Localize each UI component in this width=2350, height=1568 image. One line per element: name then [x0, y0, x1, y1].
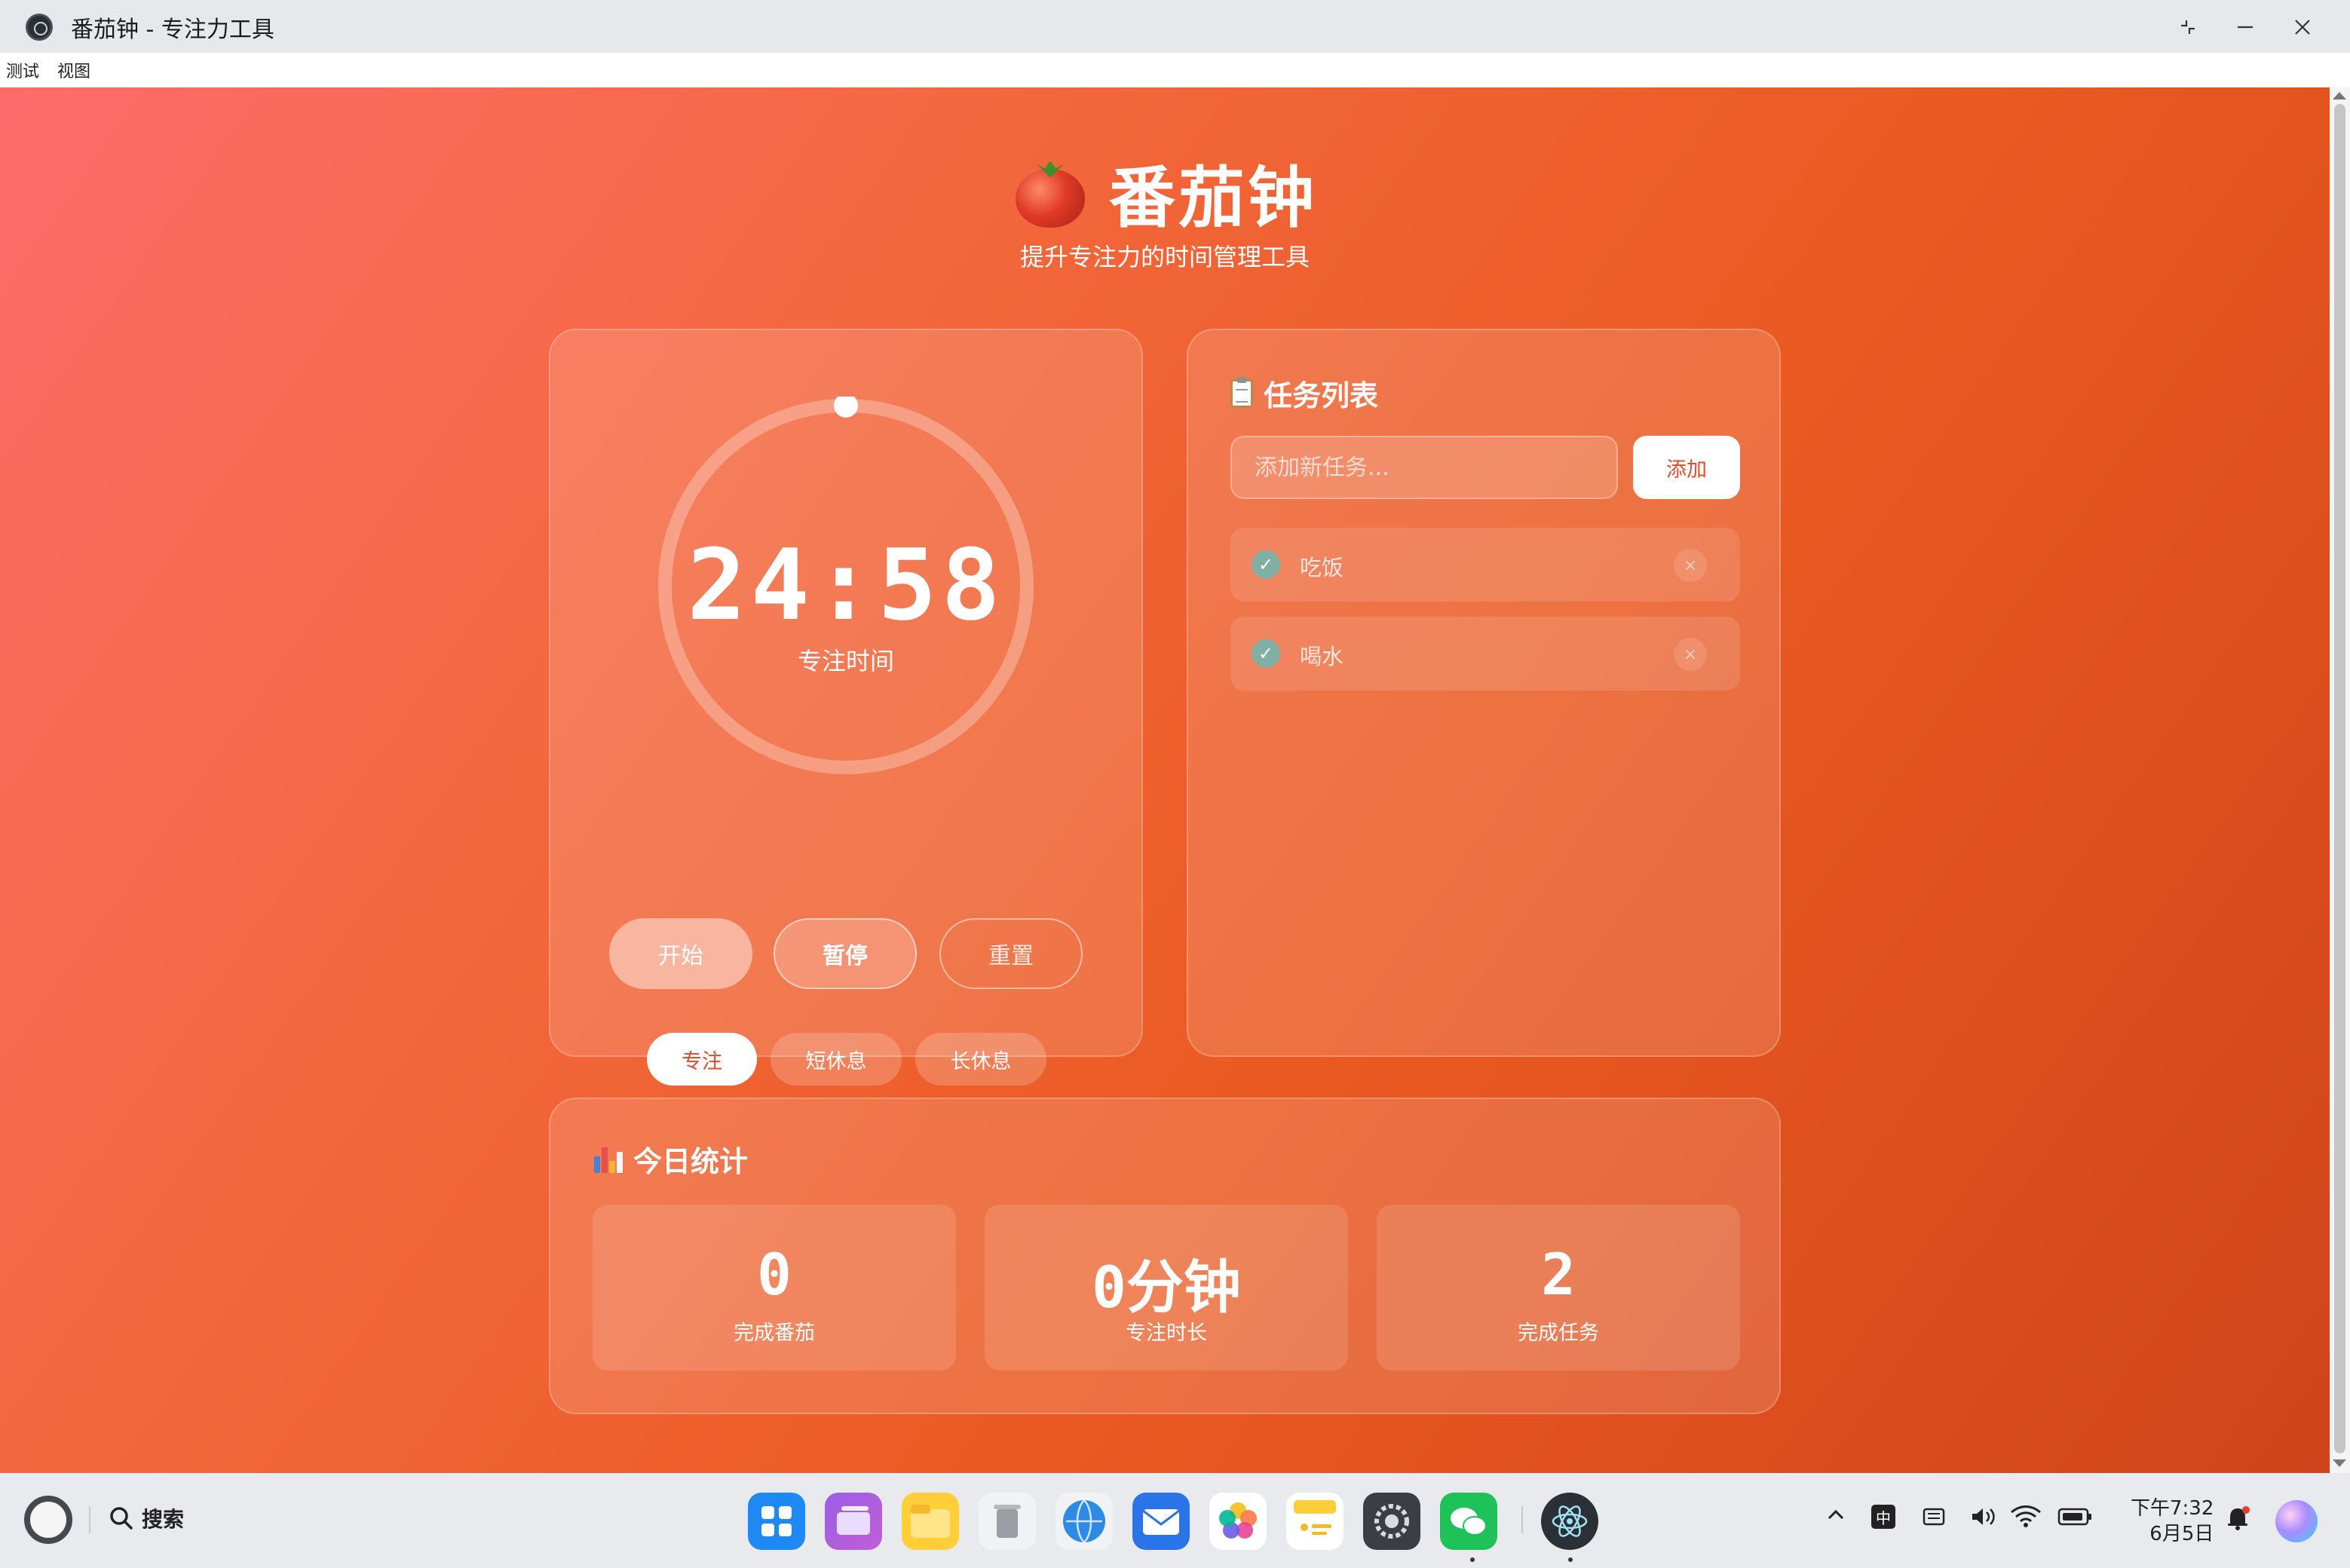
timer-mode-label: 专注时间 — [797, 647, 894, 675]
mode-short-break-button[interactable]: 短休息 — [771, 1033, 902, 1086]
add-task-button[interactable]: 添加 — [1633, 436, 1740, 499]
running-indicator — [1568, 1557, 1573, 1562]
app-content: 番茄钟 提升专注力的时间管理工具 24:58 专注时间 开始 暂停 重置 专注 … — [0, 87, 2330, 1473]
app-icon — [26, 14, 53, 41]
clock-time: 下午7:32 — [2131, 1497, 2214, 1520]
launcher-icon[interactable] — [748, 1493, 805, 1550]
photos-icon[interactable] — [1209, 1493, 1267, 1550]
bar-chart-icon — [593, 1144, 623, 1174]
scroll-up-icon[interactable] — [2333, 92, 2346, 100]
stat-label: 完成番茄 — [734, 1321, 815, 1345]
task-item: ✓ 喝水 × — [1230, 617, 1740, 691]
menu-item-view[interactable]: 视图 — [57, 58, 90, 82]
timer-display: 24:58 — [687, 528, 1005, 642]
mode-long-break-button[interactable]: 长休息 — [915, 1033, 1046, 1086]
electron-app-icon[interactable] — [1541, 1493, 1598, 1550]
task-checkbox[interactable]: ✓ — [1252, 639, 1280, 668]
stats-title: 今日统计 — [633, 1145, 749, 1178]
task-card: 任务列表 添加 ✓ 吃饭 × ✓ 喝水 × — [1187, 329, 1781, 1057]
pause-button[interactable]: 暂停 — [774, 918, 917, 989]
close-icon[interactable] — [2286, 12, 2319, 42]
stat-tasks-done: 2 完成任务 — [1377, 1205, 1740, 1370]
taskbar-search[interactable]: 搜索 — [109, 1503, 184, 1533]
tomato-icon — [1014, 158, 1086, 228]
task-text: 吃饭 — [1300, 555, 1344, 580]
clock-date: 6月5日 — [2149, 1523, 2214, 1545]
new-task-input[interactable] — [1230, 436, 1618, 499]
wechat-icon[interactable] — [1440, 1493, 1497, 1550]
scroll-down-icon[interactable] — [2333, 1459, 2346, 1467]
stat-focus-duration: 0分钟 专注时长 — [985, 1205, 1348, 1370]
notification-bell-icon[interactable] — [2223, 1503, 2253, 1539]
app-title: 番茄钟 — [1109, 159, 1318, 237]
wifi-icon[interactable] — [2008, 1503, 2043, 1534]
search-icon — [110, 1507, 133, 1530]
app-header: 番茄钟 — [1014, 145, 1317, 240]
mail-icon[interactable] — [1132, 1493, 1190, 1550]
vertical-scrollbar[interactable] — [2330, 87, 2350, 1473]
task-list-header: 任务列表 — [1230, 372, 1378, 414]
window-title: 番茄钟 - 专注力工具 — [71, 17, 274, 43]
clipboard-icon — [1230, 376, 1253, 408]
stats-header: 今日统计 — [593, 1138, 748, 1180]
menu-bar: 测试 视图 — [0, 53, 2350, 87]
running-indicator — [1470, 1557, 1475, 1562]
trash-icon[interactable] — [979, 1493, 1036, 1550]
stat-label: 专注时长 — [1126, 1321, 1207, 1345]
stats-card: 今日统计 0 完成番茄 0分钟 专注时长 2 完成任务 — [549, 1098, 1781, 1414]
files-icon[interactable] — [902, 1493, 959, 1550]
start-menu-icon[interactable] — [24, 1496, 72, 1544]
tray-expand-icon[interactable] — [1825, 1503, 1847, 1531]
browser-icon[interactable] — [1056, 1493, 1113, 1550]
task-checkbox[interactable]: ✓ — [1252, 550, 1280, 579]
mode-focus-button[interactable]: 专注 — [647, 1033, 757, 1086]
stat-pomodoros: 0 完成番茄 — [593, 1205, 956, 1370]
settings-icon[interactable] — [1363, 1493, 1420, 1550]
task-text: 喝水 — [1300, 644, 1344, 669]
stat-label: 完成任务 — [1518, 1321, 1599, 1345]
timer-card: 24:58 专注时间 开始 暂停 重置 专注 短休息 长休息 — [549, 329, 1143, 1086]
start-button[interactable]: 开始 — [609, 918, 752, 989]
task-item: ✓ 吃饭 × — [1230, 528, 1740, 602]
notes-icon[interactable] — [1286, 1493, 1344, 1550]
stat-value: 0分钟 — [1092, 1254, 1241, 1321]
search-label: 搜索 — [142, 1507, 185, 1532]
ime-indicator[interactable]: 中 — [1871, 1505, 1895, 1529]
menu-item-test[interactable]: 测试 — [6, 58, 39, 82]
restore-icon[interactable] — [2171, 12, 2204, 42]
minimize-icon[interactable] — [2229, 12, 2262, 42]
stat-value: 2 — [1541, 1241, 1576, 1308]
stat-value: 0 — [757, 1241, 792, 1308]
system-clock[interactable]: 下午7:32 6月5日 — [2131, 1496, 2214, 1547]
taskbar-divider — [89, 1506, 90, 1533]
battery-icon[interactable] — [2057, 1506, 2093, 1533]
taskbar: 搜索 中 下午7:32 6月5日 — [0, 1473, 2350, 1568]
delete-task-icon[interactable]: × — [1674, 549, 1707, 582]
keyboard-icon[interactable] — [1920, 1505, 1947, 1534]
delete-task-icon[interactable]: × — [1674, 638, 1707, 671]
task-list-title: 任务列表 — [1264, 379, 1379, 412]
multitask-icon[interactable] — [825, 1493, 882, 1550]
progress-knob — [834, 397, 858, 418]
taskbar-divider — [1521, 1506, 1523, 1533]
title-bar: 番茄钟 - 专注力工具 — [0, 0, 2350, 53]
volume-icon[interactable] — [1969, 1505, 1999, 1534]
app-subtitle: 提升专注力的时间管理工具 — [1019, 243, 1310, 271]
assistant-icon[interactable] — [2275, 1500, 2318, 1542]
reset-button[interactable]: 重置 — [939, 918, 1083, 989]
scrollbar-thumb[interactable] — [2334, 104, 2345, 1453]
